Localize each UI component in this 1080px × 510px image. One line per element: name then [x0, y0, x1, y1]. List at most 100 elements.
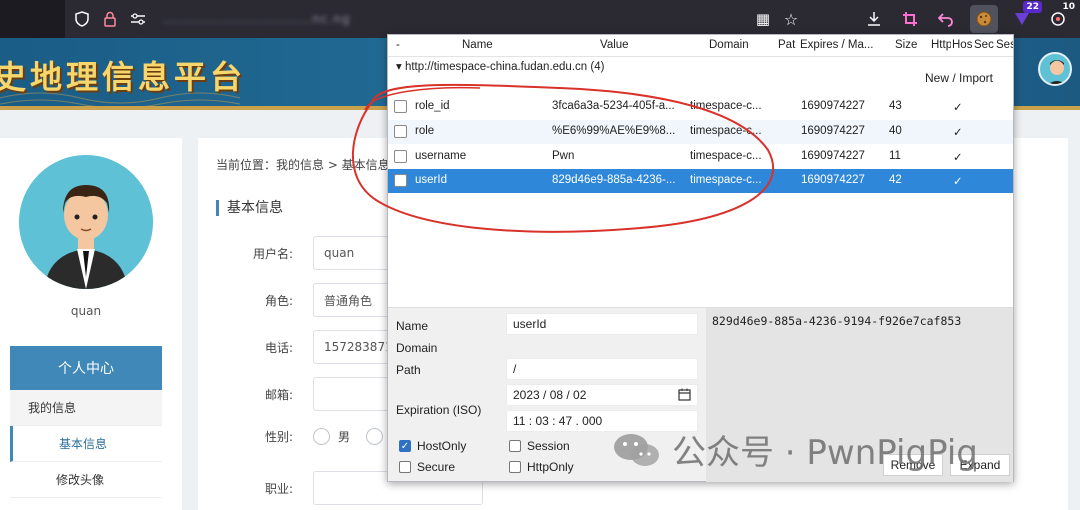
url-text[interactable]: ...............................nc.ng [163, 12, 351, 26]
email-label: 邮箱: [264, 387, 293, 402]
detail-path-label: Path [396, 363, 421, 377]
section-title: 基本信息 [216, 200, 283, 216]
remove-button[interactable]: Remove [883, 454, 943, 476]
download-icon[interactable] [862, 7, 886, 31]
radio-circle-female[interactable] [366, 428, 384, 445]
gender-radio-female[interactable] [366, 428, 384, 445]
url-bar[interactable]: ...............................nc.ng ▦ ☆ [65, 4, 800, 34]
date-value: 2023 / 08 / 02 [513, 388, 587, 402]
httponly-label: HttpOnly [527, 460, 574, 474]
cookie-host-check: ✓ [953, 152, 963, 164]
profile-panel: quan 个人中心 我的信息 基本信息 修改头像 [0, 138, 182, 510]
breadcrumb: 当前位置：我的信息 > 基本信息 [216, 158, 390, 172]
extension-badge-2: 10 [1062, 2, 1075, 12]
toolbar-right: 22 10 [862, 0, 1080, 38]
cookie-host-check: ✓ [953, 102, 963, 114]
cookie-row-checkbox[interactable] [394, 100, 407, 113]
browser-toolbar: ...............................nc.ng ▦ ☆… [0, 0, 1080, 38]
shield-icon[interactable] [73, 10, 91, 28]
cookie-domain: timespace-c... [690, 100, 762, 112]
cookie-extension-icon[interactable] [970, 5, 998, 33]
col-secure[interactable]: Sec [974, 39, 994, 51]
cookie-manager-popup: - Name Value Domain Pat Expires / Ma... … [387, 34, 1014, 482]
session-label: Session [527, 439, 570, 453]
col-host[interactable]: Hos [952, 39, 972, 51]
cookie-row[interactable]: role %E6%99%AE%E9%8... timespace-c... 16… [388, 120, 1013, 144]
extension-icon-1[interactable]: 22 [1010, 1, 1042, 31]
col-value[interactable]: Value [600, 39, 629, 51]
qr-code-icon[interactable]: ▦ [754, 10, 772, 28]
httponly-checkbox[interactable]: HttpOnly [509, 460, 574, 474]
cookie-row-selected[interactable]: userId 829d46e9-885a-4236-... timespace-… [388, 169, 1013, 193]
bookmark-star-icon[interactable]: ☆ [782, 10, 800, 29]
cookie-row-checkbox[interactable] [394, 125, 407, 138]
session-checkbox[interactable]: Session [509, 439, 570, 453]
gender-radio-male[interactable]: 男 [313, 428, 350, 445]
gender-male-label: 男 [338, 430, 351, 444]
job-label: 职业: [264, 481, 293, 496]
menu-my-info[interactable]: 我的信息 [10, 390, 162, 426]
username-label: quan [70, 304, 102, 318]
cookie-row-checkbox[interactable] [394, 174, 407, 187]
expand-button[interactable]: Expand [950, 454, 1010, 476]
personal-center-title[interactable]: 个人中心 [10, 346, 162, 390]
col-session[interactable]: Ses [996, 39, 1013, 51]
menu-basic-info[interactable]: 基本信息 [10, 426, 162, 462]
col-path[interactable]: Pat [778, 39, 798, 51]
undo-icon[interactable] [934, 7, 958, 31]
hostonly-label: HostOnly [417, 439, 467, 453]
radio-circle-male[interactable] [313, 428, 330, 445]
secure-label: Secure [417, 460, 456, 474]
secure-checkbox[interactable]: Secure [399, 460, 455, 474]
hostonly-checkbox[interactable]: ✓ HostOnly [399, 439, 466, 453]
cookie-value: 829d46e9-885a-4236-... [552, 174, 676, 186]
cookie-size: 11 [889, 150, 901, 162]
cookie-expires: 1690974227 [801, 150, 865, 162]
detail-domain-field[interactable] [506, 335, 698, 357]
detail-path-field[interactable]: / [506, 358, 698, 380]
cookie-size: 42 [889, 174, 902, 186]
cookie-host-check: ✓ [953, 176, 963, 188]
calendar-icon[interactable] [678, 388, 691, 404]
cookie-domain: timespace-c... [690, 174, 762, 186]
detail-time-field[interactable]: 11 : 03 : 47 . 000 [506, 410, 698, 432]
col-expires[interactable]: Expires / Ma... [800, 39, 886, 51]
secure-box[interactable] [399, 461, 411, 473]
avatar [19, 155, 153, 289]
detail-expiration-label: Expiration (ISO) [396, 403, 482, 417]
cookie-expires: 1690974227 [801, 100, 865, 112]
cookie-value: 3fca6a3a-5234-405f-a... [552, 100, 675, 112]
username-label: 用户名: [252, 246, 293, 261]
col-name[interactable]: Name [462, 39, 493, 51]
col-select[interactable]: - [396, 39, 400, 51]
col-http[interactable]: Http [931, 39, 951, 51]
permissions-icon[interactable] [129, 10, 147, 28]
col-domain[interactable]: Domain [709, 39, 749, 51]
cookie-row[interactable]: username Pwn timespace-c... 1690974227 1… [388, 145, 1013, 169]
lock-icon[interactable] [101, 10, 119, 28]
cookie-domain-group[interactable]: ▾ http://timespace-china.fudan.edu.cn (4… [396, 59, 604, 73]
col-size[interactable]: Size [895, 39, 917, 51]
cookie-row-checkbox[interactable] [394, 150, 407, 163]
httponly-box[interactable] [509, 461, 521, 473]
phone-label: 电话: [264, 340, 293, 355]
cookie-domain: timespace-c... [690, 150, 762, 162]
form-row-gender: 性别: 男 [238, 428, 399, 445]
cookie-name: username [415, 150, 467, 162]
detail-name-field[interactable]: userId [506, 313, 698, 335]
cookie-host-check: ✓ [953, 127, 963, 139]
detail-date-field[interactable]: 2023 / 08 / 02 [506, 384, 698, 406]
site-title[interactable]: 史地理信息平台 [0, 52, 246, 98]
cookie-value: %E6%99%AE%E9%8... [552, 125, 676, 137]
new-import-button[interactable]: New / Import [925, 71, 993, 85]
checkmark-icon[interactable]: ✓ [399, 440, 411, 452]
crop-icon[interactable] [898, 7, 922, 31]
cookie-value: Pwn [552, 150, 575, 162]
cookie-detail-panel: Name userId Domain Path / Expiration (IS… [388, 307, 1013, 482]
menu-change-avatar[interactable]: 修改头像 [10, 462, 162, 498]
session-box[interactable] [509, 440, 521, 452]
extension-icon-2[interactable]: 10 [1046, 2, 1075, 31]
header-avatar[interactable] [1038, 52, 1072, 86]
cookie-row[interactable]: role_id 3fca6a3a-5234-405f-a... timespac… [388, 95, 1013, 119]
extension-badge-1: 22 [1023, 1, 1042, 13]
